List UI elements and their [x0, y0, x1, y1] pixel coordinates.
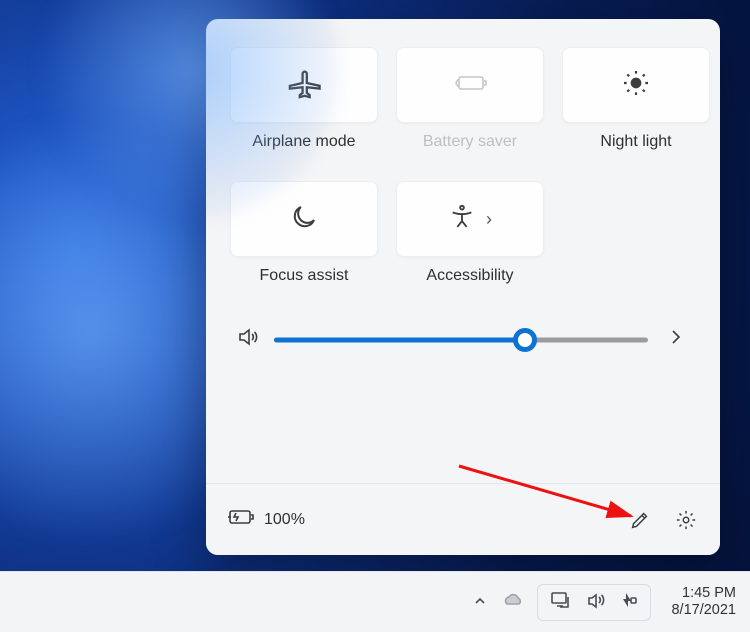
tile-night-light: Night light	[562, 47, 710, 173]
tile-airplane: Airplane mode	[230, 47, 378, 173]
settings-button[interactable]	[672, 506, 700, 534]
battery-charging-icon	[226, 507, 256, 532]
airplane-label: Airplane mode	[252, 133, 355, 151]
night-light-button[interactable]	[562, 47, 710, 123]
volume-expand-button[interactable]	[662, 328, 690, 352]
quick-settings-body: Airplane mode Battery saver Night	[206, 19, 720, 483]
tray-overflow-button[interactable]	[473, 594, 487, 611]
battery-saver-icon	[452, 69, 488, 102]
moon-icon	[289, 202, 319, 237]
quick-settings-tiles: Airplane mode Battery saver Night	[230, 47, 696, 307]
accessibility-icon	[448, 203, 476, 236]
taskbar: 1:45 PM 8/17/2021	[0, 571, 750, 632]
volume-slider[interactable]	[274, 328, 648, 352]
onedrive-tray-icon[interactable]	[501, 592, 523, 613]
speaker-icon	[236, 325, 260, 354]
volume-row	[230, 325, 696, 354]
focus-assist-button[interactable]	[230, 181, 378, 257]
taskbar-clock[interactable]: 1:45 PM 8/17/2021	[671, 585, 736, 618]
night-light-icon	[620, 67, 652, 104]
volume-tray-icon	[586, 591, 606, 614]
tile-accessibility: › Accessibility	[396, 181, 544, 307]
chevron-right-icon: ›	[486, 209, 492, 230]
accessibility-button[interactable]: ›	[396, 181, 544, 257]
quick-settings-taskbar-button[interactable]	[537, 584, 651, 621]
night-light-label: Night light	[600, 133, 671, 151]
quick-settings-panel: Airplane mode Battery saver Night	[206, 19, 720, 555]
power-tray-icon	[620, 591, 638, 614]
accessibility-label: Accessibility	[426, 267, 513, 285]
taskbar-date: 8/17/2021	[671, 602, 736, 619]
edit-quick-settings-button[interactable]	[626, 506, 654, 534]
airplane-mode-button[interactable]	[230, 47, 378, 123]
quick-settings-footer: 100%	[206, 483, 720, 555]
battery-status[interactable]: 100%	[226, 507, 305, 532]
display-tray-icon	[550, 591, 572, 614]
focus-assist-label: Focus assist	[260, 267, 349, 285]
tile-battery-saver: Battery saver	[396, 47, 544, 173]
taskbar-time: 1:45 PM	[682, 585, 736, 602]
airplane-icon	[287, 66, 321, 105]
tile-focus-assist: Focus assist	[230, 181, 378, 307]
battery-saver-label: Battery saver	[423, 133, 517, 151]
battery-percent-text: 100%	[264, 511, 305, 529]
battery-saver-button	[396, 47, 544, 123]
system-tray: 1:45 PM 8/17/2021	[473, 584, 736, 621]
